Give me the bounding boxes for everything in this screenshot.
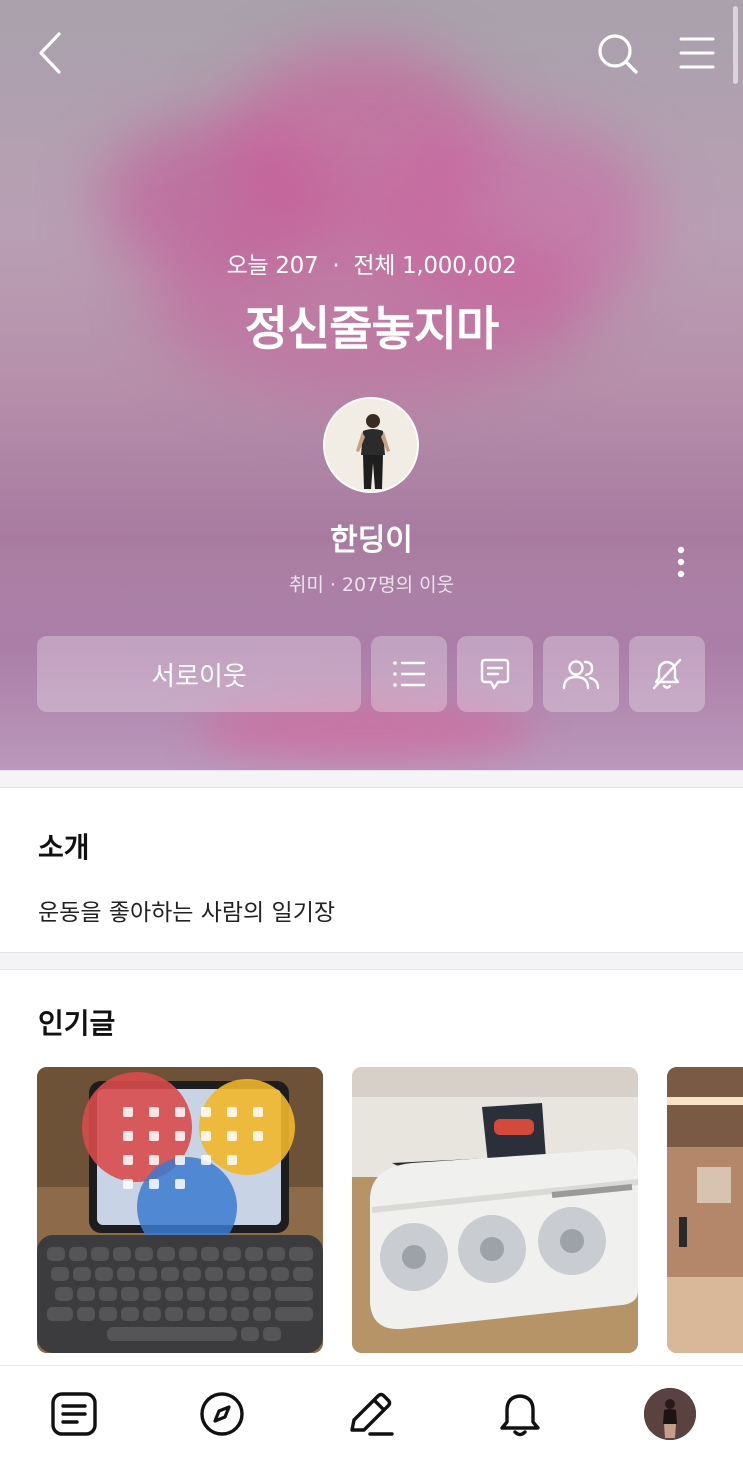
- section-divider: [0, 952, 743, 970]
- bell-icon: [500, 1394, 540, 1437]
- bell-off-icon: [652, 658, 682, 690]
- menu-button[interactable]: [672, 30, 722, 76]
- mutual-neighbor-label: 서로이웃: [151, 661, 247, 692]
- blog-header: 오늘 207 · 전체 1,000,002 정신줄놓지마 한딩이 취미 · 207명의 …: [0, 0, 743, 770]
- guestbook-button[interactable]: [457, 636, 533, 712]
- search-icon: [598, 34, 638, 74]
- nav-discover-button[interactable]: [192, 1384, 252, 1444]
- nav-my-profile-button[interactable]: [640, 1384, 700, 1444]
- back-icon: [39, 32, 61, 74]
- profile-avatar[interactable]: [323, 397, 419, 493]
- back-button[interactable]: [28, 28, 72, 78]
- blog-meta: 취미 · 207명의 이웃: [288, 574, 455, 596]
- profile-photo: [325, 399, 417, 491]
- my-avatar: [644, 1388, 696, 1440]
- blog-title: 정신줄놓지마: [244, 302, 499, 357]
- popular-heading: 인기글: [38, 1007, 116, 1040]
- mutual-neighbor-button[interactable]: 서로이웃: [37, 636, 361, 712]
- tablet-keyboard-photo: [37, 1067, 323, 1353]
- my-avatar-photo: [644, 1388, 696, 1440]
- neighbors-button[interactable]: [543, 636, 619, 712]
- popular-post-2[interactable]: [352, 1067, 638, 1353]
- alarm-off-button[interactable]: [629, 636, 705, 712]
- list-icon: [393, 661, 426, 687]
- blog-category: 취미: [288, 574, 324, 596]
- popular-post-1[interactable]: [37, 1067, 323, 1353]
- section-divider: [0, 770, 743, 788]
- compass-icon: [200, 1392, 244, 1436]
- scrollbar[interactable]: [733, 6, 738, 84]
- total-count: 전체 1,000,002: [353, 253, 517, 279]
- gym-interior-photo: [667, 1067, 743, 1353]
- popular-post-3[interactable]: [667, 1067, 743, 1353]
- intro-text: 운동을 좋아하는 사람의 일기장: [38, 900, 336, 926]
- feed-icon: [51, 1392, 97, 1436]
- blog-nickname: 한딩이: [330, 523, 413, 558]
- neighbor-count[interactable]: 207명의 이웃: [342, 574, 454, 596]
- chat-icon: [480, 658, 510, 690]
- bottom-navigation: [0, 1365, 743, 1463]
- nav-write-button[interactable]: [341, 1384, 401, 1444]
- today-count: 오늘 207: [226, 253, 319, 279]
- visit-stats: 오늘 207 · 전체 1,000,002: [226, 253, 517, 279]
- search-button[interactable]: [592, 28, 644, 80]
- users-icon: [562, 660, 600, 690]
- gpu-box-photo: [352, 1067, 638, 1353]
- pencil-icon: [350, 1392, 394, 1436]
- post-list-button[interactable]: [371, 636, 447, 712]
- nav-alerts-button[interactable]: [490, 1384, 550, 1444]
- menu-icon: [679, 37, 715, 69]
- nav-feed-button[interactable]: [44, 1384, 104, 1444]
- intro-heading: 소개: [38, 831, 90, 864]
